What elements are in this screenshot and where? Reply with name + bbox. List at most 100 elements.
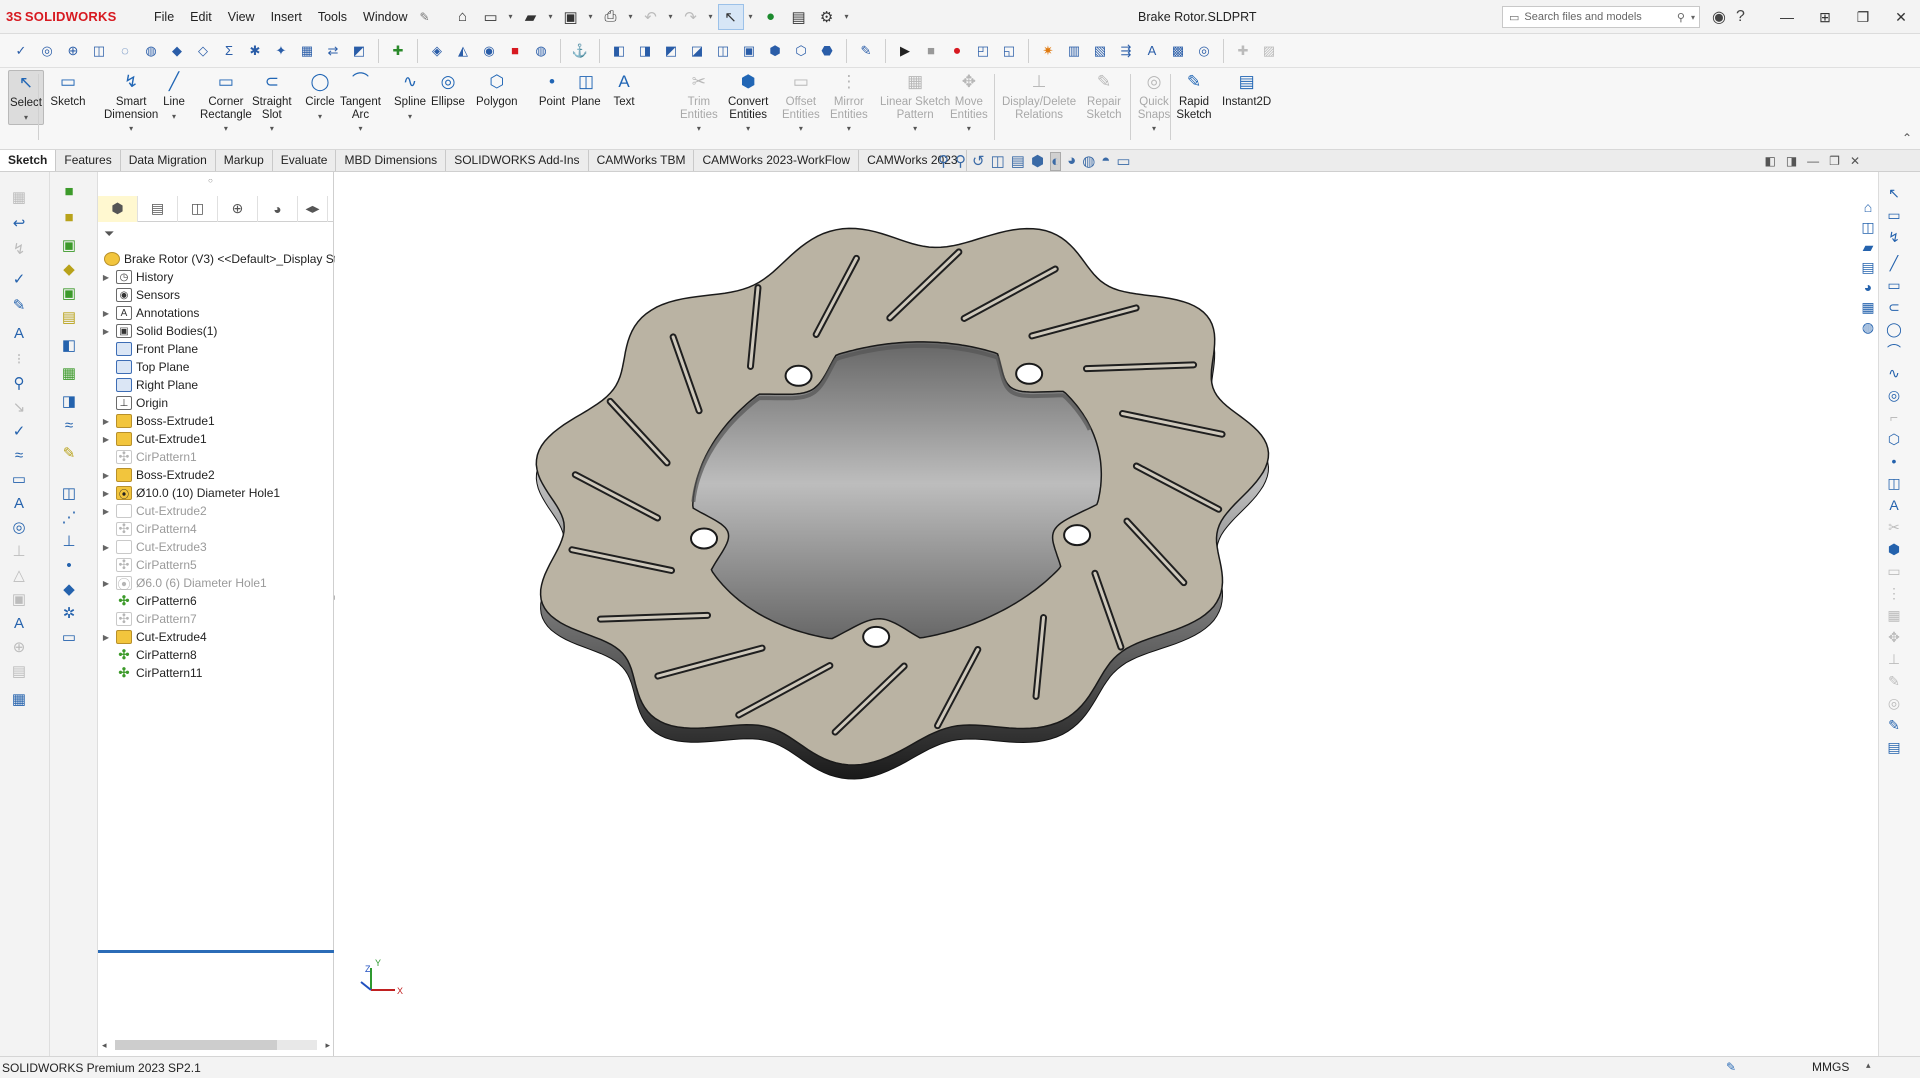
command-dropdown-icon[interactable]: ▾ — [746, 123, 750, 136]
record-icon[interactable]: ⏺ — [946, 40, 968, 62]
macro-new-icon[interactable]: ◱ — [998, 40, 1020, 62]
undo-icon[interactable]: ↶ — [638, 4, 664, 30]
expand-arrow-icon[interactable]: ▶ — [100, 507, 112, 516]
sketch-tool-icon-3[interactable]: ↯ — [6, 238, 32, 260]
traffic-light-icon[interactable]: ● — [758, 4, 784, 30]
design-study-icon[interactable]: ◭ — [452, 40, 474, 62]
sketch-tool-icon-8[interactable]: ⚲ — [6, 372, 32, 394]
viewport-minimize-icon[interactable]: — — [1807, 154, 1819, 168]
save-icon[interactable]: ▣ — [558, 4, 584, 30]
sketch-tool-icon-18[interactable]: A — [6, 612, 32, 634]
expand-arrow-icon[interactable]: ▶ — [100, 489, 112, 498]
cut-extrude-tool-icon[interactable]: ▤ — [56, 306, 82, 328]
tab-markup[interactable]: Markup — [216, 150, 273, 171]
center-of-mass-icon[interactable]: ◆ — [56, 578, 82, 600]
macro-icon[interactable]: ◩ — [348, 40, 370, 62]
cam-toolpath-icon[interactable]: ⇶ — [1115, 40, 1137, 62]
sketch-tool-icon-16[interactable]: △ — [6, 564, 32, 586]
command-dropdown-icon[interactable]: ▾ — [358, 123, 362, 136]
viewport-close-icon[interactable]: ✕ — [1850, 154, 1860, 168]
view-orientation-icon[interactable]: ⬢ — [1031, 152, 1044, 171]
file-properties-icon[interactable]: ▤ — [786, 4, 812, 30]
dynamic-annotation-icon[interactable]: ▤ — [1011, 152, 1025, 171]
pipette-icon[interactable]: ✎ — [855, 40, 877, 62]
command-dropdown-icon[interactable]: ▾ — [967, 123, 971, 136]
cam-disabled-icon-1[interactable]: ✚ — [1232, 40, 1254, 62]
redo-dropdown-icon[interactable]: ▾ — [706, 12, 716, 21]
menu-tools[interactable]: Tools — [310, 0, 355, 34]
minimize-icon[interactable]: — — [1768, 0, 1806, 34]
save-dropdown-icon[interactable]: ▾ — [586, 12, 596, 21]
command-repair-sketch[interactable]: ✎ Repair Sketch — [1086, 70, 1122, 123]
trim-right-icon[interactable]: ✂ — [1883, 516, 1905, 538]
sketch-tool-icon-10[interactable]: ✓ — [6, 420, 32, 442]
scroll-left-icon[interactable]: ◂ — [102, 1040, 107, 1051]
print-icon[interactable]: ⎙ — [598, 4, 624, 30]
previous-view-icon[interactable]: ↺ — [972, 152, 985, 171]
command-dropdown-icon[interactable]: ▾ — [318, 111, 322, 124]
tab-mbd-dimensions[interactable]: MBD Dimensions — [336, 150, 447, 171]
command-circle[interactable]: ◯ Circle ▾ — [302, 70, 338, 123]
equations-icon[interactable]: Σ — [218, 40, 240, 62]
propertymanager-tab-icon[interactable]: ▤ — [138, 195, 178, 222]
command-tangent-arc[interactable]: ⌒ Tangent Arc ▾ — [340, 70, 381, 136]
tab-camworks-tbm[interactable]: CAMWorks TBM — [589, 150, 695, 171]
cam-disabled-icon-2[interactable]: ▨ — [1258, 40, 1280, 62]
hide-show-icon[interactable]: ◕ — [1067, 152, 1076, 171]
command-smart-dimension[interactable]: ↯ Smart Dimension ▾ — [104, 70, 158, 136]
checker-icon[interactable]: ◉ — [478, 40, 500, 62]
menu-view[interactable]: View — [220, 0, 263, 34]
filter-icon[interactable]: ⏷ — [104, 226, 114, 242]
command-dropdown-icon[interactable]: ▾ — [172, 111, 176, 124]
pin-menu-icon[interactable]: ✎ — [420, 10, 430, 24]
zebra-icon[interactable]: ▦ — [296, 40, 318, 62]
check-icon[interactable]: ◌ — [114, 40, 136, 62]
search-dropdown-icon[interactable]: ▾ — [1691, 13, 1695, 22]
display-style-icon[interactable]: ◐ — [1050, 152, 1062, 171]
view-top-icon[interactable]: ◫ — [712, 40, 734, 62]
thickness-analysis-icon[interactable]: ◇ — [192, 40, 214, 62]
coordinate-system-icon[interactable]: ⊥ — [56, 530, 82, 552]
dimxpert-tab-icon[interactable]: ⊕ — [218, 195, 258, 222]
anchor-icon[interactable]: ⚓ — [569, 40, 591, 62]
circle-right-icon[interactable]: ◯ — [1883, 318, 1905, 340]
close-icon[interactable]: ✕ — [1882, 0, 1920, 34]
help-icon[interactable]: ? — [1736, 8, 1745, 26]
reference-geometry-icon[interactable]: ✎ — [56, 442, 82, 464]
rapid-sketch-right-icon[interactable]: ✎ — [1883, 714, 1905, 736]
line-right-icon[interactable]: ╱ — [1883, 252, 1905, 274]
menu-insert[interactable]: Insert — [263, 0, 310, 34]
collapse-ribbon-icon[interactable]: ⌃ — [1902, 131, 1912, 145]
restore-icon[interactable]: ❐ — [1844, 0, 1882, 34]
expand-arrow-icon[interactable]: ▶ — [100, 435, 112, 444]
command-quick-snaps[interactable]: ◎ Quick Snaps ▾ — [1136, 70, 1172, 136]
sketch-tool-icon-19[interactable]: ⊕ — [6, 636, 32, 658]
tab-features[interactable]: Features — [56, 150, 121, 171]
view-right-icon[interactable]: ◪ — [686, 40, 708, 62]
view-trimetric-icon[interactable]: ⬣ — [816, 40, 838, 62]
solidworks-logo[interactable]: 3S SOLIDWORKS — [6, 0, 116, 34]
expand-arrow-icon[interactable]: ▶ — [100, 417, 112, 426]
ellipse-right-icon[interactable]: ◎ — [1883, 384, 1905, 406]
excel-icon[interactable]: ✚ — [387, 40, 409, 62]
sketch-tool-icon-9[interactable]: ↘ — [6, 396, 32, 418]
cam-operations-icon[interactable]: ▧ — [1089, 40, 1111, 62]
search-box[interactable]: ▭ Search files and models ⚲ ▾ — [1502, 6, 1700, 28]
lofted-boss-icon[interactable]: ◆ — [56, 258, 82, 280]
command-instant2d[interactable]: ▤ Instant2D — [1222, 70, 1271, 111]
new-document-icon[interactable]: ▭ — [478, 4, 504, 30]
options-dropdown-icon[interactable]: ▾ — [842, 12, 852, 21]
viewport-tile-left-icon[interactable]: ◧ — [1764, 154, 1775, 168]
spline-right-icon[interactable]: ∿ — [1883, 362, 1905, 384]
appearances-icon[interactable]: ◕ — [1857, 276, 1879, 298]
command-offset-entities[interactable]: ▭ Offset Entities ▾ — [782, 70, 820, 136]
sketch-tool-icon-11[interactable]: ≈ — [6, 444, 32, 466]
command-convert-entities[interactable]: ⬢ Convert Entities ▾ — [728, 70, 768, 136]
wrap-icon[interactable]: ≈ — [56, 414, 82, 436]
resources-icon[interactable]: ◫ — [1857, 216, 1879, 238]
sketch-tool-icon-14[interactable]: ◎ — [6, 516, 32, 538]
spell-check-icon-left[interactable]: ✓ — [6, 268, 32, 290]
spell-check-icon[interactable]: ✓ — [10, 40, 32, 62]
fillet-icon[interactable]: ◧ — [56, 334, 82, 356]
snaps-right-icon[interactable]: ◎ — [1883, 692, 1905, 714]
